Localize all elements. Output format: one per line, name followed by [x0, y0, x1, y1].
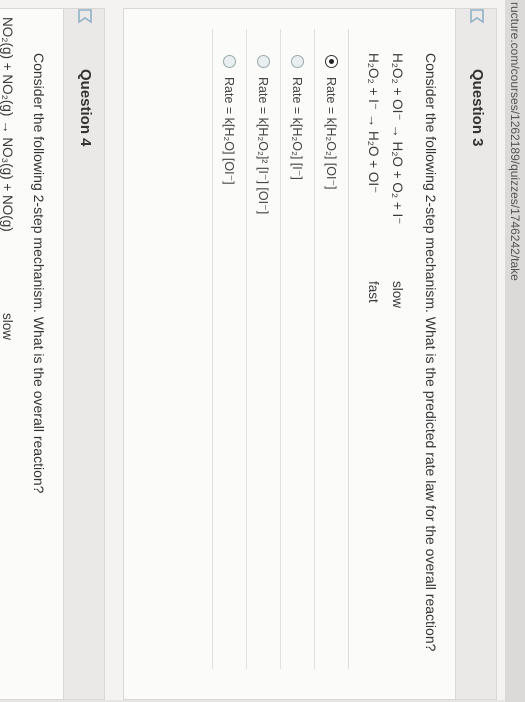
mechanism-step-2: H₂O₂ + I⁻ → H₂O + OI⁻ fast [363, 53, 387, 699]
quiz-page: ructure.com/courses/1262189/quizzes/1746… [0, 0, 525, 702]
answer-option-4[interactable]: Rate = k[H₂O] [OI⁻] [212, 29, 246, 669]
answer-option-1-label[interactable]: Rate = k[H₂O₂] [OI⁻] [324, 77, 339, 190]
question-4-prompt: Consider the following 2-step mechanism.… [31, 53, 47, 494]
answer-option-3-label[interactable]: Rate = k[H₂O₂]² [I⁻] [OI⁻] [256, 77, 271, 214]
answer-option-1[interactable]: Rate = k[H₂O₂] [OI⁻] [314, 29, 348, 669]
question-3-header: Question 3 [455, 9, 496, 699]
mechanism-step-1: NO₂(g) + NO₂(g) → NO₃(g) + NO(g) slow [0, 17, 21, 699]
mechanism-step-1: H₂O₂ + OI⁻ → H₂O + O₂ + I⁻ slow [387, 53, 411, 699]
step-2-speed: fast [366, 281, 381, 303]
radio-button-selected[interactable] [325, 55, 338, 68]
answer-option-3[interactable]: Rate = k[H₂O₂]² [I⁻] [OI⁻] [246, 29, 280, 669]
step-1-speed: slow [390, 281, 405, 309]
radio-button[interactable] [291, 55, 304, 68]
answer-option-2-label[interactable]: Rate = k[H₂O₂] [I⁻] [290, 77, 305, 180]
question-3-title: Question 3 [469, 69, 486, 147]
answer-option-4-label[interactable]: Rate = k[H₂O] [OI⁻] [222, 77, 237, 185]
step-1-equation: NO₂(g) + NO₂(g) → NO₃(g) + NO(g) [0, 17, 15, 232]
answer-option-2[interactable]: Rate = k[H₂O₂] [I⁻] [280, 29, 314, 669]
question-3-card: Question 3 Consider the following 2-step… [123, 8, 497, 700]
radio-button[interactable] [223, 55, 236, 68]
step-1-speed: slow [0, 313, 15, 341]
divider [348, 29, 349, 669]
flag-icon[interactable] [468, 7, 486, 25]
question-4-header: Question 4 [63, 9, 104, 699]
step-1-equation: H₂O₂ + OI⁻ → H₂O + O₂ + I⁻ [390, 53, 405, 225]
address-bar-url[interactable]: ructure.com/courses/1262189/quizzes/1746… [505, 0, 525, 702]
question-4-card: Question 4 Consider the following 2-step… [0, 8, 105, 700]
flag-icon[interactable] [76, 7, 94, 25]
question-3-prompt: Consider the following 2-step mechanism.… [423, 53, 439, 652]
step-2-equation: H₂O₂ + I⁻ → H₂O + OI⁻ [366, 53, 381, 194]
radio-button[interactable] [257, 55, 270, 68]
question-4-title: Question 4 [77, 69, 94, 147]
